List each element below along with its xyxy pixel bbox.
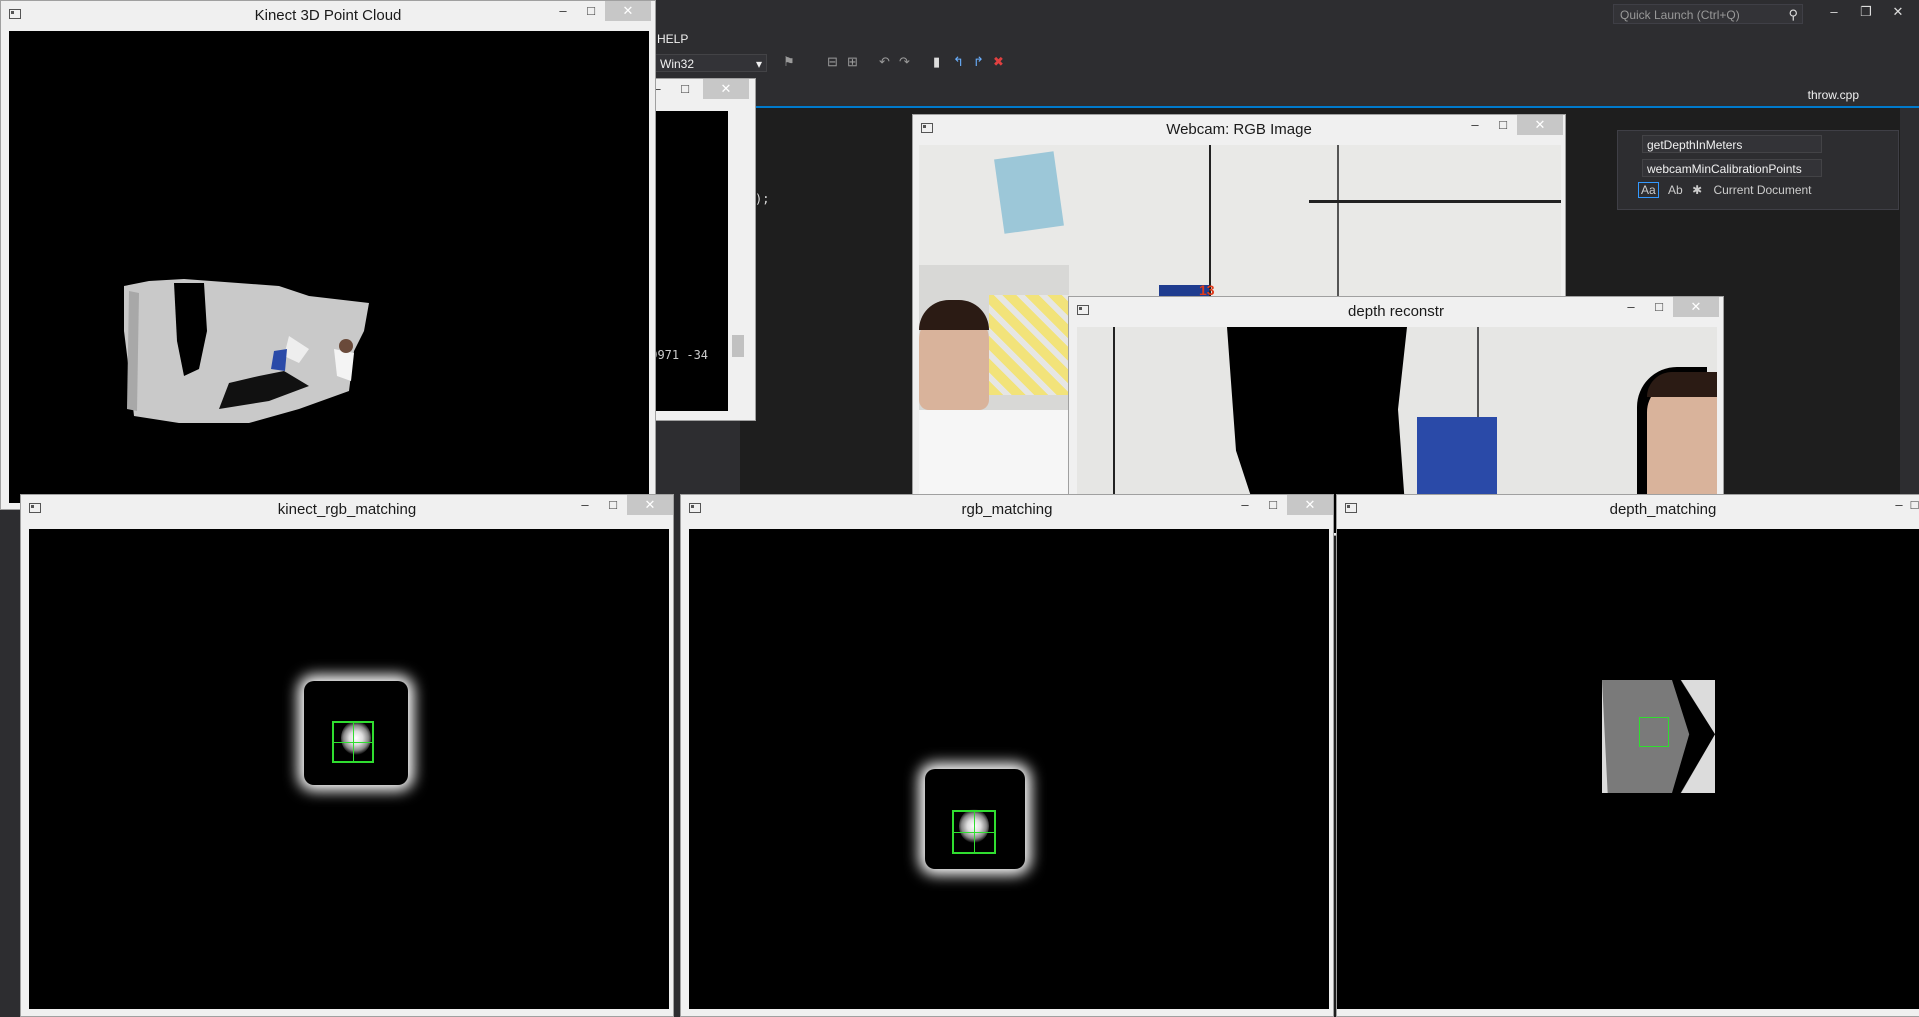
toolbar-uncomment-icon[interactable]: ↷	[899, 54, 910, 70]
vs-minimize-button[interactable]: –	[1821, 4, 1847, 19]
window-titlebar[interactable]: rgb_matching – □ ✕	[681, 495, 1333, 523]
maximize-button[interactable]: □	[599, 495, 627, 515]
minimize-button[interactable]: –	[571, 495, 599, 515]
window-titlebar[interactable]: Kinect 3D Point Cloud – □ ✕	[1, 1, 655, 29]
tab-throw-cpp[interactable]: throw.cpp	[1808, 88, 1859, 102]
menu-help[interactable]: HELP	[657, 32, 688, 46]
find-input[interactable]: getDepthInMeters	[1642, 135, 1822, 153]
console-scrollbar[interactable]	[730, 111, 746, 411]
maximize-button[interactable]: □	[577, 1, 605, 21]
vs-toolbar: Win32 ▾ ⚑ ⊟ ⊞ ↶ ↷ ▮ ↰ ↱ ✖	[655, 52, 1919, 76]
kinect-rgb-matching-window[interactable]: kinect_rgb_matching – □ ✕	[20, 494, 674, 1017]
point-cloud-canvas[interactable]	[9, 31, 649, 503]
close-button[interactable]: ✕	[605, 1, 651, 21]
minimize-button[interactable]: –	[1231, 495, 1259, 515]
find-replace-panel: getDepthInMeters webcamMinCalibrationPoi…	[1617, 130, 1899, 210]
next-bookmark-icon[interactable]: ↱	[973, 54, 984, 70]
depth-matching-window[interactable]: depth_matching – □	[1336, 494, 1919, 1017]
window-titlebar[interactable]: depth_matching – □	[1337, 495, 1919, 523]
close-button[interactable]: ✕	[627, 495, 673, 515]
vs-close-button[interactable]: ✕	[1885, 4, 1911, 20]
point-cloud-window[interactable]: Kinect 3D Point Cloud – □ ✕	[0, 0, 656, 510]
scope-select[interactable]: Current Document	[1713, 183, 1811, 197]
close-button[interactable]: ✕	[1517, 115, 1563, 135]
point-cloud-render	[124, 279, 369, 423]
window-titlebar[interactable]: kinect_rgb_matching – □ ✕	[21, 495, 673, 523]
toolbar-find-icon[interactable]: ⚑	[783, 54, 795, 70]
maximize-button[interactable]: □	[1259, 495, 1287, 515]
minimize-button[interactable]: –	[1617, 297, 1645, 317]
minimize-button[interactable]: –	[549, 1, 577, 21]
toolbar-indent-icon[interactable]: ⊟	[827, 54, 838, 70]
rgb-matching-canvas[interactable]	[689, 529, 1329, 1009]
close-button[interactable]: ✕	[1673, 297, 1719, 317]
match-crosshair	[954, 832, 994, 833]
kinect-rgb-canvas[interactable]	[29, 529, 669, 1009]
maximize-button[interactable]: □	[1909, 495, 1919, 515]
sticky-notes	[989, 295, 1069, 395]
bookmark-icon[interactable]: ▮	[933, 54, 940, 70]
replace-input[interactable]: webcamMinCalibrationPoints	[1642, 159, 1822, 177]
console-window[interactable]: – □ ✕ 39971 -34	[640, 78, 756, 421]
code-fragment: );	[755, 192, 770, 206]
vs-restore-button[interactable]: ❐	[1853, 4, 1879, 20]
toolbar-comment-icon[interactable]: ↶	[879, 54, 890, 70]
window-titlebar[interactable]: depth reconstr – □ ✕	[1069, 297, 1723, 325]
clear-bookmarks-icon[interactable]: ✖	[993, 54, 1004, 70]
prev-bookmark-icon[interactable]: ↰	[953, 54, 964, 70]
match-crosshair	[334, 742, 372, 743]
match-rectangle	[1639, 717, 1669, 747]
maximize-button[interactable]: □	[1489, 115, 1517, 135]
ceiling-line	[1309, 200, 1561, 203]
quick-launch-input[interactable]: Quick Launch (Ctrl+Q) ⚲	[1613, 4, 1803, 24]
vs-tab-bar: throw.cpp	[655, 86, 1919, 108]
regex-icon[interactable]: ✱	[1692, 183, 1702, 197]
toolbar-outdent-icon[interactable]: ⊞	[847, 54, 858, 70]
window-title: depth_matching	[1609, 501, 1717, 518]
scroll-thumb[interactable]	[732, 335, 744, 357]
poster	[994, 151, 1064, 234]
minimize-button[interactable]: –	[1461, 115, 1489, 135]
chevron-down-icon: ▾	[755, 57, 762, 71]
maximize-button[interactable]: □	[1645, 297, 1673, 317]
rgb-matching-window[interactable]: rgb_matching – □ ✕	[680, 494, 1334, 1017]
search-icon[interactable]: ⚲	[1788, 5, 1798, 25]
maximize-button[interactable]: □	[671, 79, 699, 99]
close-button[interactable]: ✕	[1287, 495, 1333, 515]
close-button[interactable]: ✕	[703, 79, 749, 99]
match-word-toggle[interactable]: Ab	[1668, 183, 1683, 197]
person-hair	[1647, 372, 1717, 397]
depth-matching-canvas[interactable]	[1337, 529, 1919, 1009]
window-titlebar[interactable]: Webcam: RGB Image – □ ✕	[913, 115, 1565, 143]
platform-combo[interactable]: Win32 ▾	[655, 54, 767, 72]
match-case-toggle[interactable]: Aa	[1638, 182, 1659, 198]
find-options: Aa Ab ✱ Current Document	[1638, 182, 1812, 198]
